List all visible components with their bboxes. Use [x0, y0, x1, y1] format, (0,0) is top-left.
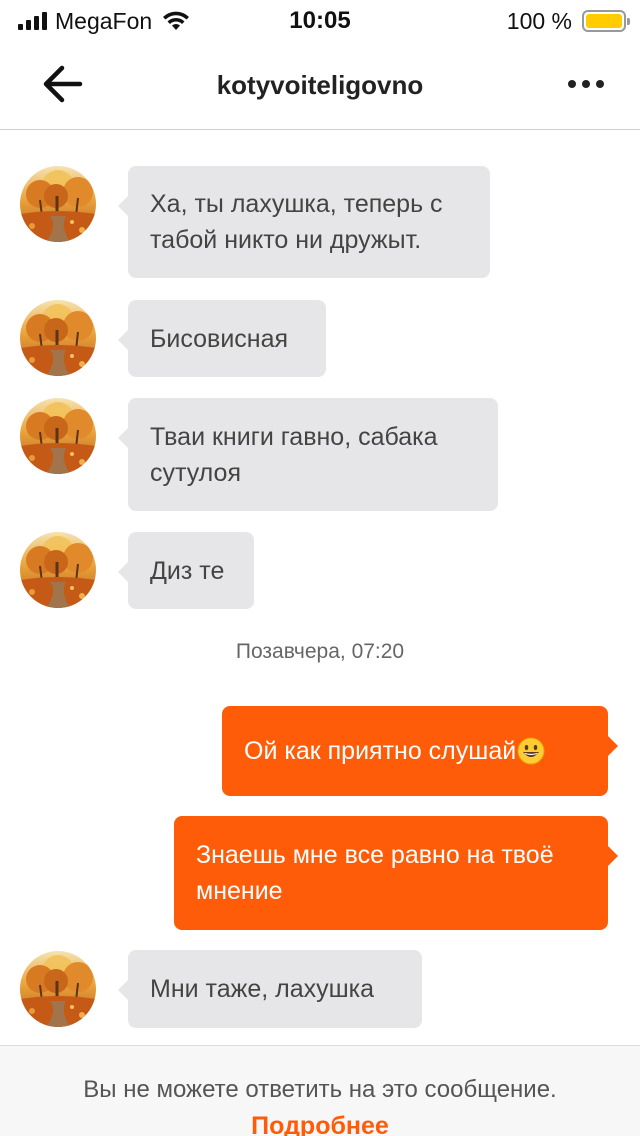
incoming-message: Ха, ты лахушка, теперь с табой никто ни …	[118, 166, 490, 278]
reply-restricted-notice: Вы не можете ответить на это сообщение.	[83, 1076, 557, 1103]
avatar-image	[20, 951, 96, 1027]
message-text: Ха, ты лахушка, теперь с табой никто ни …	[150, 186, 443, 258]
message-text: Бисовисная	[150, 324, 289, 353]
message-line: табой никто ни дружыт.	[150, 226, 422, 254]
status-bar-right: 100 %	[506, 7, 630, 34]
message-line: Тваи книги гавно, сабака	[150, 422, 438, 451]
message-text: Мни таже, лахушка	[150, 975, 375, 1003]
message-line: Знаешь мне все равно на твоё	[196, 841, 554, 869]
more-dot	[582, 80, 590, 88]
message-text: Знаешь мне все равно на твоё мнение	[196, 837, 554, 909]
outgoing-message: Ой как приятно слушай	[222, 706, 618, 796]
conversation-title: kotyvoiteligovno	[216, 70, 424, 100]
more-options-button[interactable]	[558, 66, 614, 102]
incoming-message: Диз те	[118, 532, 254, 609]
avatar-image	[20, 166, 96, 242]
more-dot	[568, 80, 576, 88]
nav-bar: kotyvoiteligovno	[0, 40, 640, 130]
sender-avatar[interactable]	[20, 398, 96, 474]
message-text: Ой как приятно слушай	[244, 737, 517, 765]
avatar-image	[20, 398, 96, 474]
battery-level-fill	[586, 14, 622, 28]
sender-avatar[interactable]	[20, 300, 96, 376]
message-line: Ха, ты лахушка, теперь с	[150, 190, 443, 218]
message-line: мнение	[196, 877, 283, 905]
message-text: Тваи книги гавно, сабака сутулоя	[150, 419, 438, 491]
sender-avatar[interactable]	[20, 951, 96, 1027]
status-bar: MegaFon 10:05 100 %	[0, 0, 640, 40]
battery-tip	[627, 18, 630, 25]
outgoing-message: Знаешь мне все равно на твоё мнение	[174, 816, 618, 930]
learn-more-link[interactable]: Подробнее	[251, 1112, 389, 1136]
incoming-message: Бисовисная	[118, 300, 326, 377]
sender-avatar[interactable]	[20, 532, 96, 608]
message-text: Диз те	[150, 556, 225, 585]
avatar-image	[20, 532, 96, 608]
sender-avatar[interactable]	[20, 166, 96, 242]
reply-restricted-footer: Вы не можете ответить на это сообщение. …	[0, 1045, 640, 1136]
date-separator: Позавчера, 07:20	[235, 640, 405, 663]
battery-icon	[582, 10, 630, 32]
more-dot	[596, 80, 604, 88]
avatar-image	[20, 300, 96, 376]
incoming-message: Мни таже, лахушка	[118, 950, 422, 1028]
message-line: сутулоя	[150, 458, 241, 487]
grinning-face-icon	[517, 737, 545, 765]
incoming-message: Тваи книги гавно, сабака сутулоя	[118, 398, 498, 511]
battery-percent: 100 %	[506, 7, 572, 34]
